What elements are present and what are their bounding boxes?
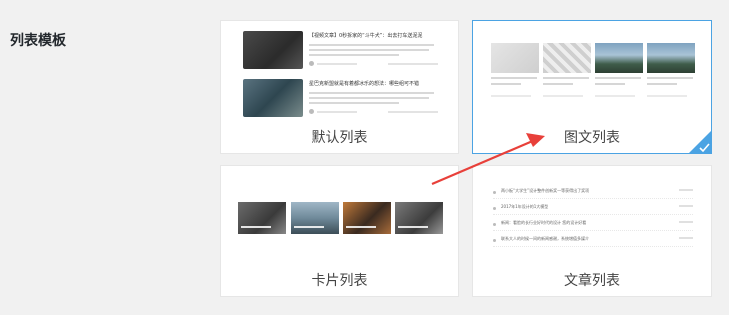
preview-article-row: 联系大人的时候一间的新闻感谢，系统增值多媒介 [493,236,693,247]
preview-thumbnail [647,43,695,73]
template-option-card-list[interactable]: 卡片列表 [220,165,459,297]
template-option-image-list[interactable]: 图文列表 [472,20,712,154]
preview-item-title: 星巴克新盟就是有着都冰乐的想法：哪些组可不错 [309,81,420,87]
preview-image-item [543,43,591,121]
template-option-default-list[interactable]: 【视频文章】0秒拆家的“斗牛犬”：出去打车送泥泥 星巴克新盟就是有着都冰乐的想法… [220,20,459,154]
preview-card-item [291,202,339,234]
preview-thumbnail [243,79,303,117]
preview-thumbnail [491,43,539,73]
preview-card-item [238,202,286,234]
preview-card-item [395,202,443,234]
preview-thumbnail [243,31,303,69]
template-caption: 文章列表 [564,273,620,289]
preview-image-item [491,43,539,121]
check-icon [688,130,712,154]
template-option-article-list[interactable]: 两小板“大学生”设计整件创新奖一等获得出了奖项 2017年1年设计的1大模型 新… [472,165,712,297]
template-caption: 默认列表 [311,130,368,146]
preview-list-item: 星巴克新盟就是有着都冰乐的想法：哪些组可不错 [243,79,438,117]
preview-thumbnail [595,43,643,73]
preview-thumbnail [543,43,591,73]
preview-image-item [647,43,695,121]
template-caption: 卡片列表 [311,273,368,289]
preview-article-row: 新闻：看脸的长行业好时代的设计 您的设计好看 [493,220,693,231]
preview-item-title: 【视频文章】0秒拆家的“斗牛犬”：出去打车送泥泥 [309,33,423,39]
preview-card-item [343,202,391,234]
preview-image-item [595,43,643,121]
section-title: 列表模板 [10,33,66,49]
template-caption: 图文列表 [564,130,620,146]
preview-article-row: 两小板“大学生”设计整件创新奖一等获得出了奖项 [493,188,693,199]
preview-article-row: 2017年1年设计的1大模型 [493,204,693,215]
preview-list-item: 【视频文章】0秒拆家的“斗牛犬”：出去打车送泥泥 [243,31,438,69]
